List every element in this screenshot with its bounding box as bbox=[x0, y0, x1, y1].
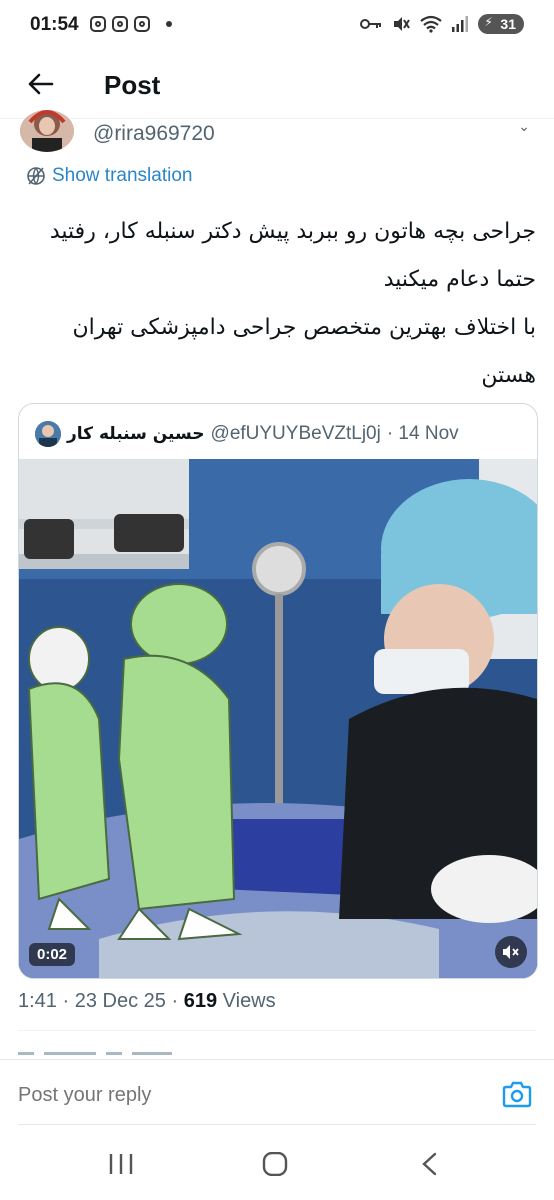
status-time: 01:54 bbox=[30, 14, 79, 35]
more-options-icon[interactable]: ⌄ bbox=[518, 118, 530, 135]
tweet-text: جراحی بچه هاتون رو ببربد پیش دکتر سنبله … bbox=[16, 208, 536, 400]
status-bar: 01:54 31 bbox=[0, 0, 554, 52]
instagram-icon bbox=[90, 16, 106, 32]
quoted-author-handle: @efUYUYBeVZtLj0j bbox=[210, 423, 381, 444]
show-translation-link[interactable]: Show translation bbox=[26, 165, 192, 187]
recents-icon[interactable] bbox=[108, 1152, 134, 1176]
quoted-avatar bbox=[35, 421, 61, 447]
views-label: Views bbox=[222, 990, 276, 1012]
app-header: Post bbox=[0, 52, 554, 119]
quoted-post-date: · 14 Nov bbox=[386, 423, 459, 444]
post-meta: 1:41 · 23 Dec 25 · 619 Views bbox=[18, 990, 276, 1013]
author-handle[interactable]: @rira969720 bbox=[93, 122, 215, 146]
video-player[interactable]: 0:02 bbox=[19, 459, 537, 978]
engagement-stats-partial bbox=[18, 1052, 198, 1058]
video-frame bbox=[19, 459, 537, 978]
meta-separator: · bbox=[62, 990, 70, 1012]
author-row: @rira969720 ⌄ bbox=[0, 110, 554, 158]
reply-bar bbox=[0, 1059, 554, 1126]
post-date: 23 Dec 25 bbox=[74, 990, 166, 1012]
video-timestamp: 0:02 bbox=[29, 943, 76, 966]
mute-icon bbox=[394, 17, 411, 31]
wifi-icon bbox=[420, 15, 443, 33]
page-title: Post bbox=[104, 70, 161, 100]
key-icon bbox=[360, 19, 382, 29]
signal-icon bbox=[452, 16, 469, 32]
system-nav-bar bbox=[0, 1126, 554, 1200]
reply-input[interactable] bbox=[18, 1084, 458, 1107]
system-icons: 31 bbox=[360, 14, 524, 34]
instagram-icon bbox=[134, 16, 150, 32]
home-icon[interactable] bbox=[262, 1152, 288, 1176]
avatar[interactable] bbox=[20, 110, 74, 152]
meta-separator: · bbox=[171, 990, 179, 1012]
battery-indicator: 31 bbox=[478, 14, 524, 34]
camera-icon[interactable] bbox=[502, 1080, 532, 1108]
tweet-line: با اختلاف بهترین متخصص جراحی دامپزشکی ته… bbox=[72, 315, 536, 388]
views-count[interactable]: 619 bbox=[184, 990, 217, 1012]
back-icon[interactable] bbox=[420, 1152, 440, 1176]
more-notifications-dot-icon bbox=[166, 21, 172, 27]
instagram-icon bbox=[112, 16, 128, 32]
volume-muted-icon[interactable] bbox=[495, 936, 527, 968]
show-translation-label: Show translation bbox=[52, 165, 193, 186]
globe-icon bbox=[27, 167, 45, 185]
divider bbox=[18, 1030, 536, 1031]
divider bbox=[18, 1124, 536, 1125]
notification-icons bbox=[90, 16, 172, 32]
tweet-line: جراحی بچه هاتون رو ببربد پیش دکتر سنبله … bbox=[49, 219, 536, 292]
post-time: 1:41 bbox=[18, 990, 57, 1012]
back-arrow-icon[interactable] bbox=[26, 70, 54, 98]
quoted-author-name: حسین سنبله کار bbox=[67, 424, 205, 444]
quoted-post-header: حسین سنبله کار @efUYUYBeVZtLj0j · 14 Nov bbox=[35, 420, 459, 448]
quoted-post[interactable]: حسین سنبله کار @efUYUYBeVZtLj0j · 14 Nov bbox=[18, 403, 538, 979]
